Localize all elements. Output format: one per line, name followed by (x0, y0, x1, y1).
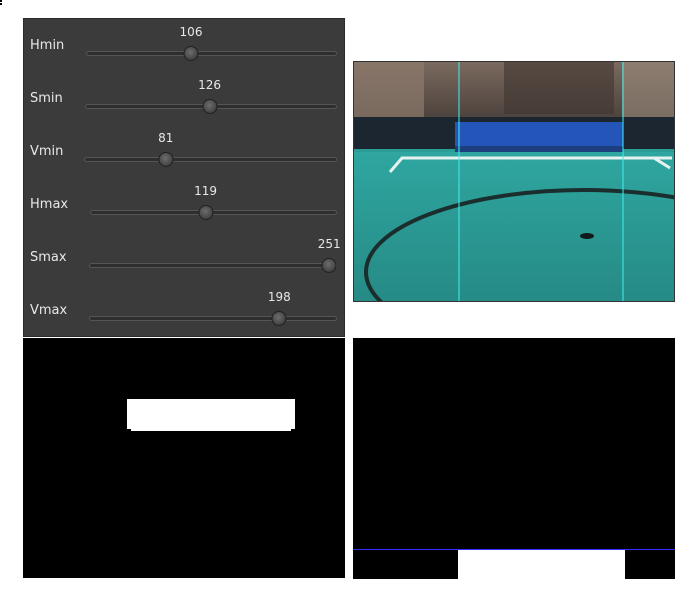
mask-blob (127, 399, 295, 429)
trackbar-label: Hmax (30, 197, 69, 212)
trackbar-smax: Smax 251 (24, 231, 344, 284)
trackbar-panel: Hmin 106 Smin 126 Vmin 81 Hmax 119 Smax … (23, 18, 345, 337)
threshold-mask (23, 338, 345, 578)
trackbar-label: Vmax (30, 303, 68, 318)
corner-marker (0, 0, 2, 8)
trackbar-label: Smin (30, 91, 63, 106)
wall-panel-right (622, 62, 674, 120)
trackbar-hmax: Hmax 119 (24, 178, 344, 231)
wall-panel-left (354, 62, 424, 118)
trackbar-track[interactable] (90, 210, 337, 215)
trackbar-hmin: Hmin 106 (24, 19, 344, 72)
trackbar-value: 81 (158, 131, 174, 145)
wall-panel-mid (504, 62, 614, 114)
camera-frame (354, 62, 674, 301)
trackbar-value: 119 (194, 184, 217, 198)
mask-blob-edge (131, 426, 291, 431)
trackbar-vmax: Vmax 198 (24, 284, 344, 337)
trackbar-value: 251 (317, 237, 341, 251)
horizon-line (353, 549, 675, 550)
trackbar-value: 126 (198, 78, 221, 92)
trackbar-label: Vmin (30, 144, 64, 159)
trackbar-label: Smax (30, 250, 67, 265)
ball-spot (580, 233, 594, 239)
trackbar-label: Hmin (30, 38, 65, 53)
trackbar-value: 106 (179, 25, 203, 39)
trackbar-track[interactable] (89, 316, 337, 321)
camera-view (353, 61, 675, 302)
slider-knob-icon[interactable] (183, 46, 199, 61)
trackbar-track[interactable] (86, 51, 337, 56)
trackbar-value: 198 (267, 290, 291, 304)
slider-knob-icon[interactable] (198, 205, 214, 220)
trackbar-track[interactable] (89, 263, 337, 268)
mask-blob (458, 549, 625, 579)
slider-knob-icon[interactable] (271, 311, 287, 326)
trackbar-smin: Smin 126 (24, 72, 344, 125)
slider-knob-icon[interactable] (321, 258, 337, 273)
trackbar-vmin: Vmin 81 (24, 125, 344, 178)
detection-mask (353, 338, 675, 579)
slider-knob-icon[interactable] (202, 99, 218, 114)
trackbar-track[interactable] (84, 157, 337, 162)
slider-knob-icon[interactable] (158, 152, 174, 167)
